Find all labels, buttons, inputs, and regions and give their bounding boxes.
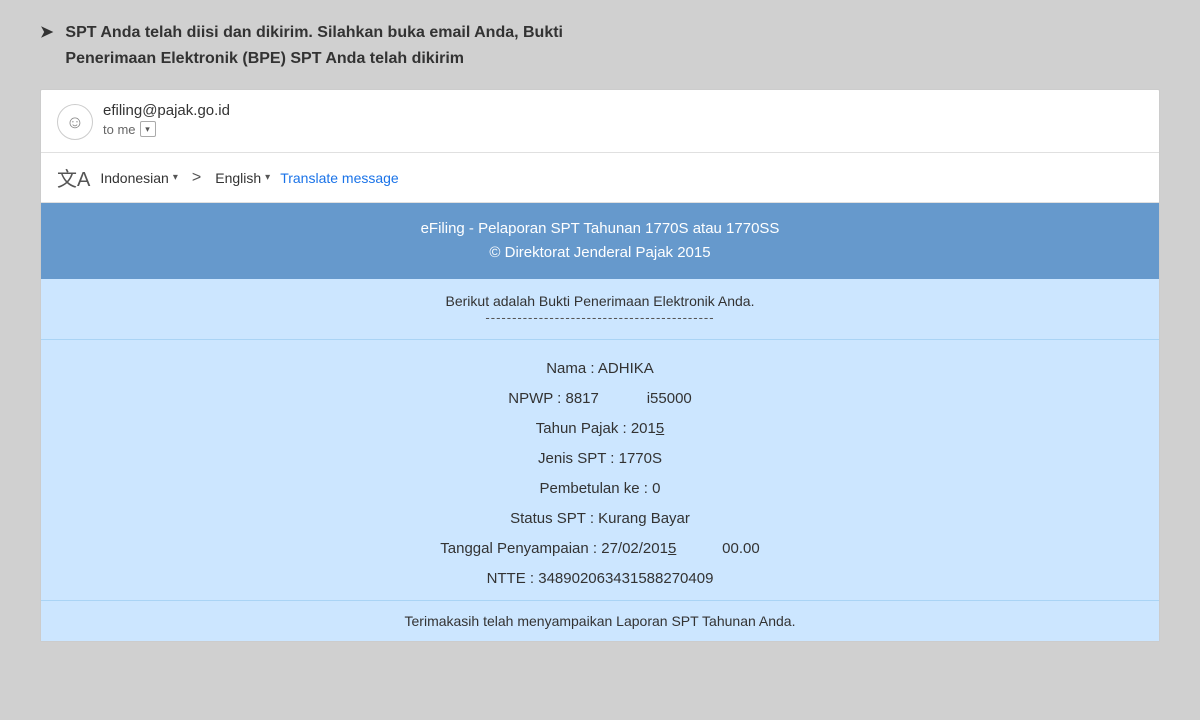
email-header: ☺ efiling@pajak.go.id to me ▾ [41, 90, 1159, 153]
bullet-arrow-icon: ➤ [40, 22, 53, 42]
target-language-select[interactable]: English ▾ [215, 170, 270, 186]
tahun-field: Tahun Pajak : 2015 [536, 420, 664, 437]
npwp-field: NPWP : 8817 i55000 [508, 390, 692, 407]
sender-avatar-icon: ☺ [57, 104, 93, 140]
ntte-field: NTTE : 348902063431588270409 [487, 570, 714, 587]
separator-line: ----------------------------------------… [485, 310, 714, 325]
target-lang-dropdown-arrow: ▾ [265, 172, 270, 183]
nama-field: Nama : ADHIKA [546, 360, 654, 377]
source-language-select[interactable]: Indonesian ▾ [100, 170, 178, 186]
sender-address: efiling@pajak.go.id [103, 102, 230, 119]
intro-paragraph: SPT Anda telah diisi dan dikirim. Silahk… [65, 20, 563, 71]
email-content-table: eFiling - Pelaporan SPT Tahunan 1770S at… [41, 203, 1159, 641]
translate-message-link[interactable]: Translate message [280, 170, 399, 186]
translate-direction-arrow: > [192, 169, 201, 187]
translate-icon: 文A [57, 163, 90, 192]
email-header-row: eFiling - Pelaporan SPT Tahunan 1770S at… [41, 203, 1159, 279]
intro-line2: Penerimaan Elektronik (BPE) SPT Anda tel… [65, 50, 464, 67]
email-meta: efiling@pajak.go.id to me ▾ [103, 102, 230, 137]
email-container: ☺ efiling@pajak.go.id to me ▾ 文A Indones… [40, 89, 1160, 642]
status-field: Status SPT : Kurang Bayar [510, 510, 690, 527]
email-body: eFiling - Pelaporan SPT Tahunan 1770S at… [41, 203, 1159, 641]
source-lang-dropdown-arrow: ▾ [173, 172, 178, 183]
jenis-field: Jenis SPT : 1770S [538, 450, 662, 467]
intro-line1: SPT Anda telah diisi dan dikirim. Silahk… [65, 24, 563, 41]
to-dropdown-button[interactable]: ▾ [140, 121, 156, 137]
email-intro-row: Berikut adalah Bukti Penerimaan Elektron… [41, 279, 1159, 340]
page-container: ➤ SPT Anda telah diisi dan dikirim. Sila… [30, 20, 1170, 642]
tanggal-field: Tanggal Penyampaian : 27/02/2015 00.00 [440, 540, 759, 557]
email-footer-row: Terimakasih telah menyampaikan Laporan S… [41, 601, 1159, 642]
intro-section: ➤ SPT Anda telah diisi dan dikirim. Sila… [30, 20, 1170, 71]
translate-bar: 文A Indonesian ▾ > English ▾ Translate me… [41, 153, 1159, 203]
pembetulan-field: Pembetulan ke : 0 [540, 480, 661, 497]
email-details-row: Nama : ADHIKA NPWP : 8817 i55000 Tahun P… [41, 340, 1159, 601]
recipient-label: to me ▾ [103, 121, 230, 137]
